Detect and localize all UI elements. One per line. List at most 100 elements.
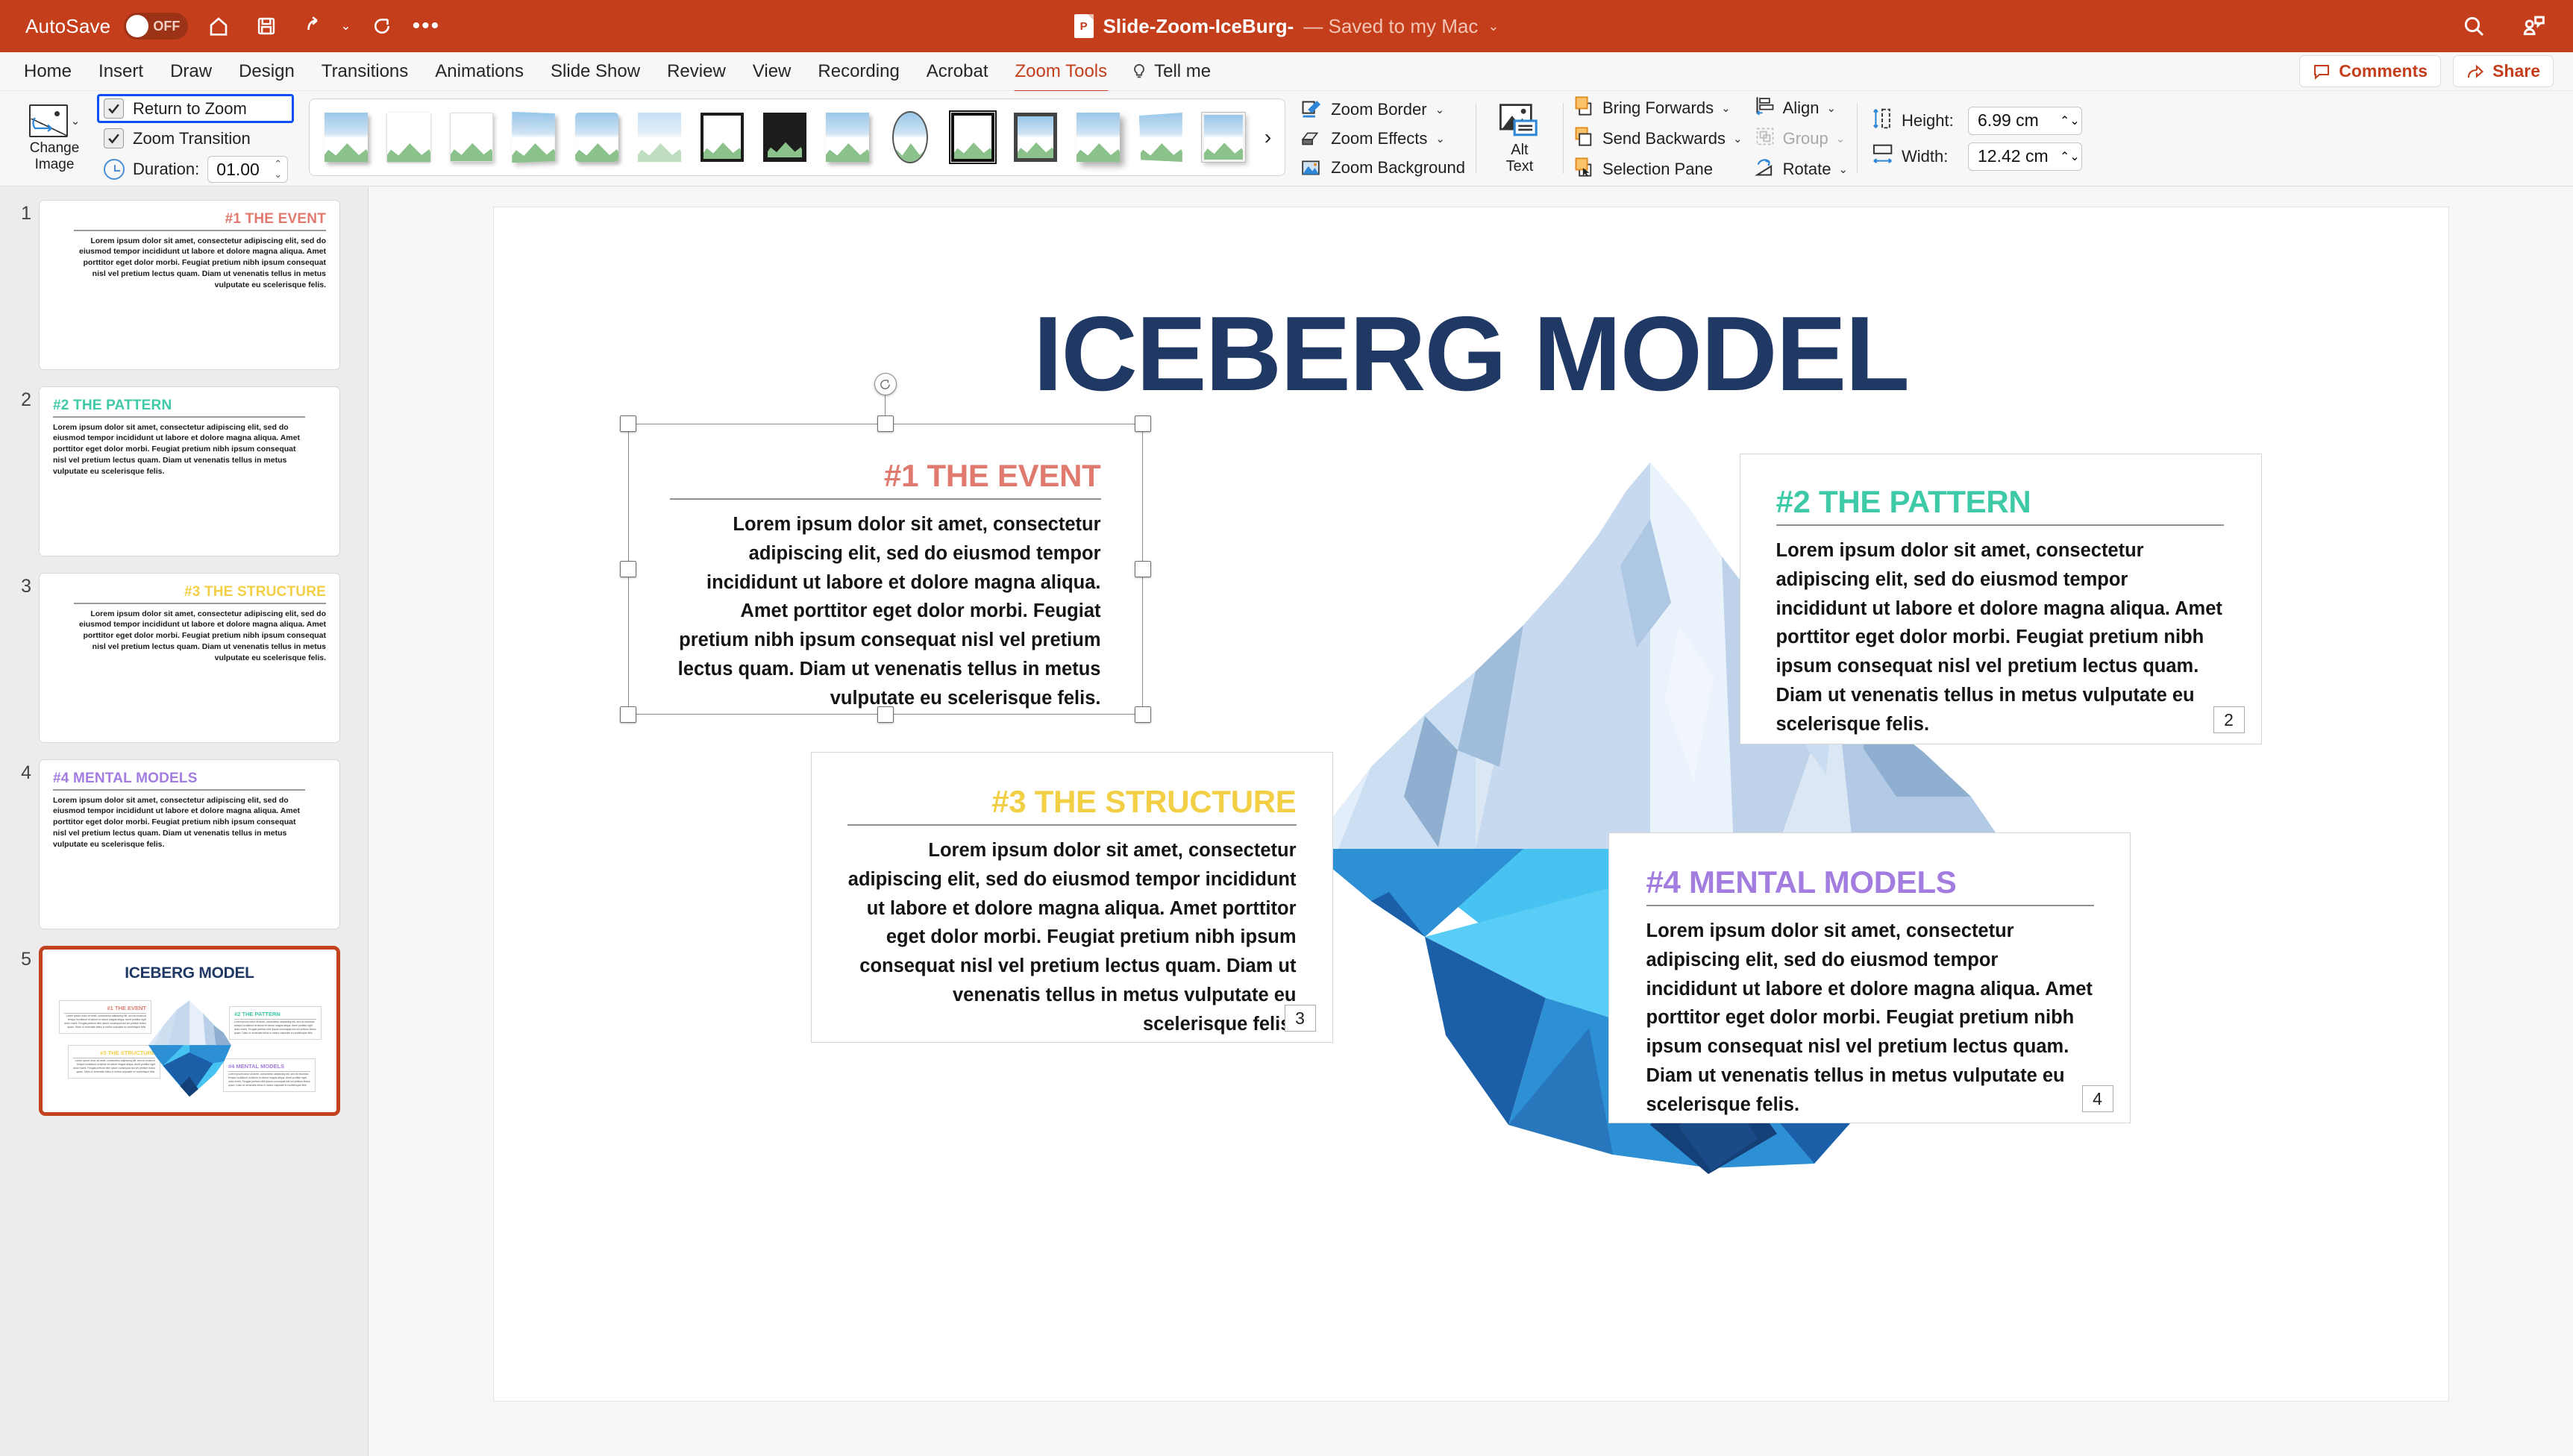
height-stepper-arrows[interactable]: ⌃⌄: [2060, 113, 2080, 128]
duration-stepper-arrows[interactable]: ⌃⌄: [270, 160, 286, 179]
width-stepper-arrows[interactable]: ⌃⌄: [2060, 149, 2080, 164]
tab-view[interactable]: View: [739, 57, 805, 87]
tab-home[interactable]: Home: [10, 57, 85, 87]
tab-acrobat[interactable]: Acrobat: [913, 57, 1002, 87]
resize-handle-top-right[interactable]: [1135, 415, 1151, 432]
picture-style-3[interactable]: [442, 110, 501, 165]
slide-thumbnail-5[interactable]: ICEBERG MODEL #1 THE EVENT Lorem ipsum d…: [39, 946, 340, 1116]
picture-style-15[interactable]: [1194, 110, 1253, 165]
save-icon[interactable]: [249, 9, 283, 43]
selection-pane-button[interactable]: Selection Pane: [1573, 157, 1743, 181]
title-rule: [74, 603, 326, 604]
zoom-card-4[interactable]: #4 MENTAL MODELS Lorem ipsum dolor sit a…: [1608, 832, 2131, 1123]
return-to-zoom-checkbox[interactable]: Return to Zoom: [104, 98, 247, 119]
slide-thumbnail-pane[interactable]: 1 #1 THE EVENT Lorem ipsum dolor sit ame…: [0, 186, 369, 1456]
comments-button[interactable]: Comments: [2299, 55, 2441, 87]
rotate-chevron-down-icon[interactable]: ⌄: [1838, 163, 1848, 176]
alt-text-button[interactable]: Alt Text: [1479, 91, 1560, 186]
resize-handle-middle-right[interactable]: [1135, 561, 1151, 577]
tab-slide-show[interactable]: Slide Show: [537, 57, 654, 87]
bring-forwards-chevron-down-icon[interactable]: ⌄: [1721, 101, 1731, 115]
picture-style-11[interactable]: [944, 110, 1002, 165]
change-image-chevron-down-icon[interactable]: ⌄: [71, 114, 81, 128]
height-stepper[interactable]: 6.99 cm ⌃⌄: [1968, 107, 2082, 135]
picture-style-13[interactable]: [1069, 110, 1127, 165]
align-button[interactable]: Align ⌄: [1755, 95, 1848, 120]
account-comment-icon[interactable]: [2516, 9, 2551, 43]
undo-icon[interactable]: [297, 9, 331, 43]
resize-handle-bottom-center[interactable]: [877, 706, 894, 723]
width-icon: [1871, 142, 1893, 170]
picture-style-10[interactable]: [881, 110, 939, 165]
picture-style-14[interactable]: [1132, 110, 1190, 165]
picture-style-6[interactable]: [630, 110, 689, 165]
resize-handle-bottom-right[interactable]: [1135, 706, 1151, 723]
resize-handle-middle-left[interactable]: [620, 561, 636, 577]
share-button[interactable]: Share: [2453, 55, 2554, 87]
resize-handle-top-center[interactable]: [877, 415, 894, 432]
thumbnail-row-1[interactable]: 1 #1 THE EVENT Lorem ipsum dolor sit ame…: [0, 200, 368, 386]
slide-surface[interactable]: ICEBERG MODEL: [494, 207, 2448, 1401]
redo-icon[interactable]: [365, 9, 399, 43]
rotate-button[interactable]: Rotate ⌄: [1755, 157, 1848, 181]
zoom-background-button[interactable]: Zoom Background: [1299, 157, 1465, 179]
slide-thumbnail-3[interactable]: #3 THE STRUCTURE Lorem ipsum dolor sit a…: [39, 573, 340, 743]
zoom-card-2[interactable]: #2 THE PATTERN Lorem ipsum dolor sit ame…: [1740, 454, 2262, 744]
zoom-transition-checkbox[interactable]: Zoom Transition: [97, 128, 294, 148]
change-image-label-line2: Image: [35, 157, 75, 172]
slide-thumbnail-2[interactable]: #2 THE PATTERN Lorem ipsum dolor sit ame…: [39, 386, 340, 556]
tab-draw[interactable]: Draw: [157, 57, 225, 87]
mini-slide-title: ICEBERG MODEL: [43, 964, 336, 982]
tab-insert[interactable]: Insert: [85, 57, 157, 87]
picture-style-1[interactable]: [317, 110, 375, 165]
tell-me-button[interactable]: Tell me: [1121, 61, 1211, 82]
zoom-effects-button[interactable]: Zoom Effects ⌄: [1299, 128, 1465, 150]
undo-chevron-down-icon[interactable]: ⌄: [340, 19, 351, 34]
search-icon[interactable]: [2457, 9, 2491, 43]
picture-style-4[interactable]: [505, 110, 563, 165]
autosave-toggle[interactable]: OFF: [124, 13, 188, 40]
tab-review[interactable]: Review: [654, 57, 739, 87]
picture-style-2[interactable]: [380, 110, 438, 165]
slide-thumbnail-4[interactable]: #4 MENTAL MODELS Lorem ipsum dolor sit a…: [39, 759, 340, 929]
send-backwards-button[interactable]: Send Backwards ⌄: [1573, 126, 1743, 151]
thumbnail-row-5[interactable]: 5 ICEBERG MODEL #1 THE EVENT Lorem ipsum…: [0, 946, 368, 1132]
align-chevron-down-icon[interactable]: ⌄: [1827, 101, 1837, 115]
bring-forwards-button[interactable]: Bring Forwards ⌄: [1573, 95, 1743, 120]
height-icon: [1871, 107, 1893, 134]
zoom-border-button[interactable]: Zoom Border ⌄: [1299, 98, 1465, 121]
slide-canvas[interactable]: ICEBERG MODEL: [369, 186, 2573, 1456]
zoom-transition-label: Zoom Transition: [133, 129, 251, 148]
thumbnail-row-3[interactable]: 3 #3 THE STRUCTURE Lorem ipsum dolor sit…: [0, 573, 368, 759]
rotate-handle[interactable]: [874, 373, 897, 395]
thumbnail-row-2[interactable]: 2 #2 THE PATTERN Lorem ipsum dolor sit a…: [0, 386, 368, 573]
gallery-expand-chevron-right-icon[interactable]: ›: [1257, 125, 1282, 149]
width-stepper[interactable]: 12.42 cm ⌃⌄: [1968, 142, 2082, 171]
zoom-options-group: Return to Zoom Zoom Transition Duration:…: [93, 94, 294, 183]
tab-zoom-tools[interactable]: Zoom Tools: [1002, 57, 1121, 87]
ribbon-group-change-image: ⌄ Change Image Return to Zoom: [0, 91, 303, 186]
resize-handle-bottom-left[interactable]: [620, 706, 636, 723]
zoom-card-3[interactable]: #3 THE STRUCTURE Lorem ipsum dolor sit a…: [811, 752, 1333, 1043]
thumbnail-row-4[interactable]: 4 #4 MENTAL MODELS Lorem ipsum dolor sit…: [0, 759, 368, 946]
picture-style-9[interactable]: [818, 110, 877, 165]
more-icon[interactable]: •••: [413, 22, 441, 31]
duration-stepper[interactable]: 01.00 ⌃⌄: [207, 156, 288, 183]
home-icon[interactable]: [201, 9, 236, 43]
tab-transitions[interactable]: Transitions: [308, 57, 421, 87]
tab-design[interactable]: Design: [225, 57, 308, 87]
tab-animations[interactable]: Animations: [421, 57, 537, 87]
picture-style-8[interactable]: [756, 110, 814, 165]
change-image-button[interactable]: ⌄ Change Image: [9, 104, 93, 172]
send-backwards-chevron-down-icon[interactable]: ⌄: [1733, 132, 1743, 145]
tab-recording[interactable]: Recording: [804, 57, 912, 87]
picture-style-7[interactable]: [693, 110, 751, 165]
picture-style-5[interactable]: [568, 110, 626, 165]
zoom-border-chevron-down-icon[interactable]: ⌄: [1435, 103, 1445, 116]
slide-thumbnail-1[interactable]: #1 THE EVENT Lorem ipsum dolor sit amet,…: [39, 200, 340, 370]
document-menu-chevron-down-icon[interactable]: ⌄: [1488, 19, 1499, 34]
zoom-effects-chevron-down-icon[interactable]: ⌄: [1435, 132, 1445, 145]
zoom-effects-icon: [1299, 128, 1323, 150]
resize-handle-top-left[interactable]: [620, 415, 636, 432]
picture-style-12[interactable]: [1006, 110, 1065, 165]
